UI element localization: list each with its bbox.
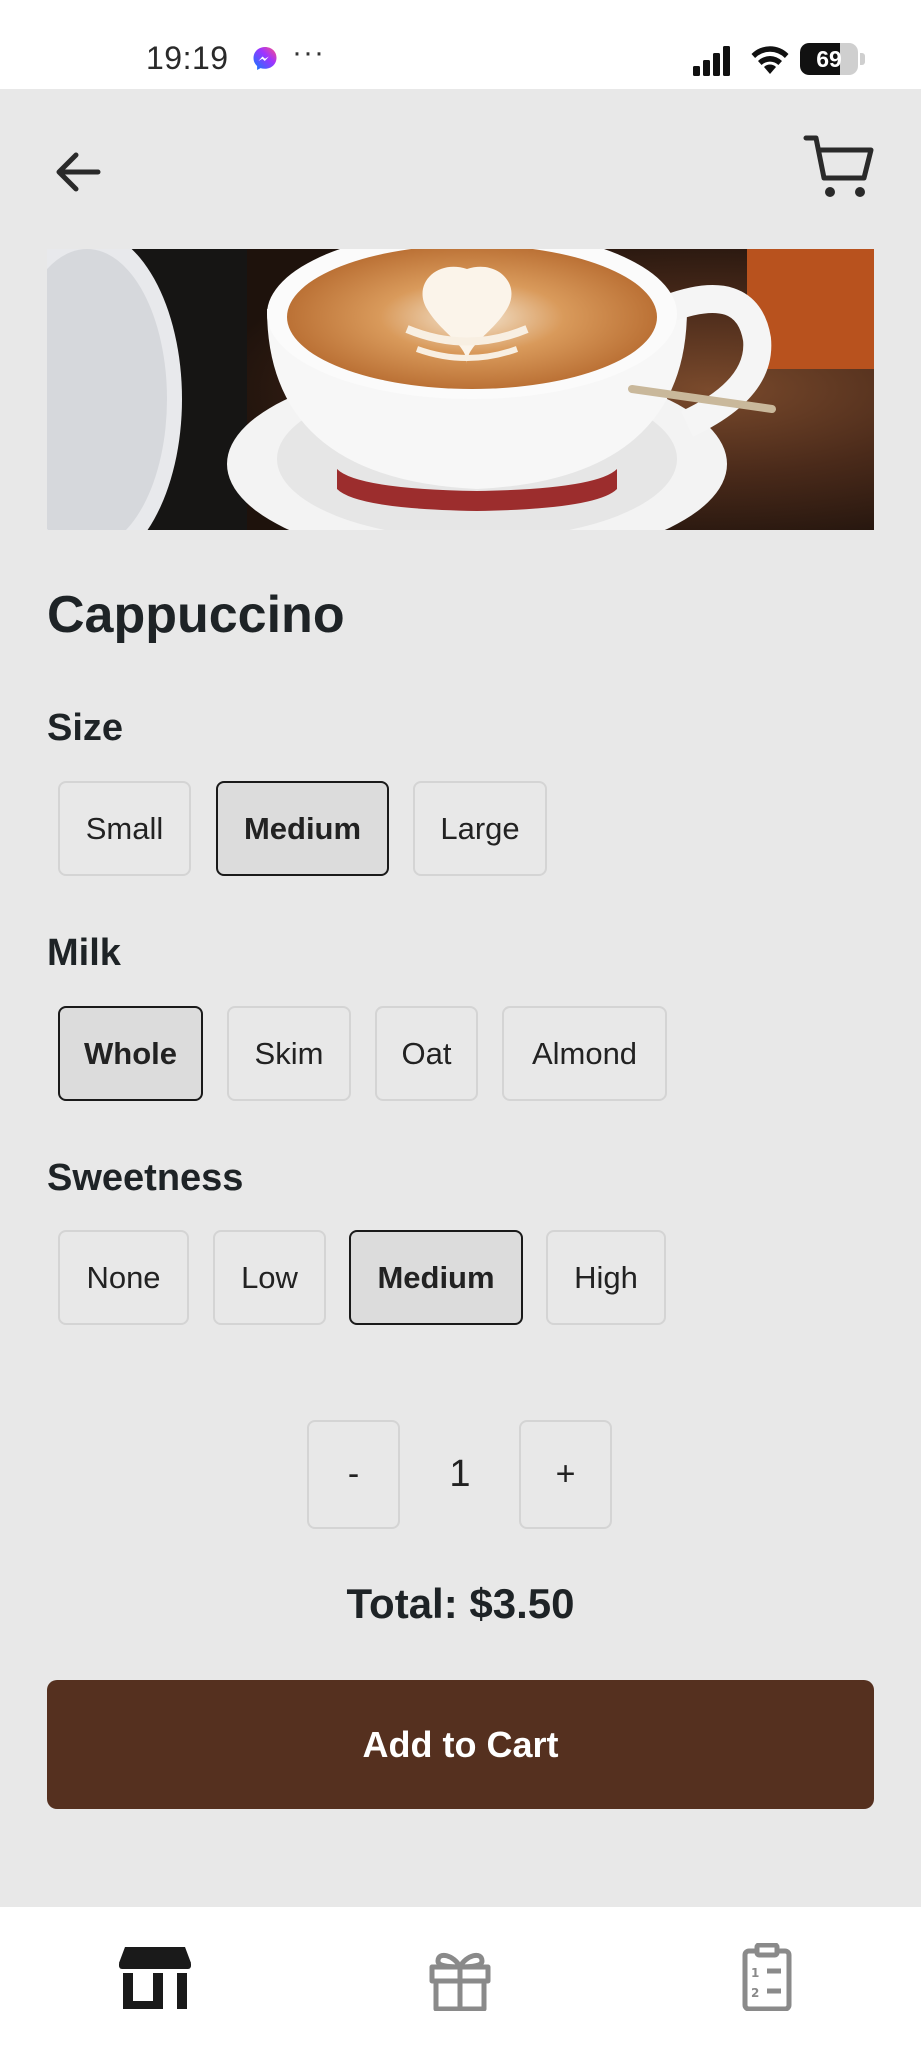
status-more-dots: ··· xyxy=(292,36,325,69)
quantity-value: 1 xyxy=(449,1453,471,1495)
arrow-left-icon[interactable] xyxy=(48,140,112,204)
store-icon[interactable] xyxy=(115,1943,195,2011)
status-time: 19:19 xyxy=(146,40,229,76)
sweetness-option-medium[interactable]: Medium xyxy=(349,1230,523,1325)
milk-option-whole[interactable]: Whole xyxy=(58,1006,203,1101)
product-title: Cappuccino xyxy=(47,586,345,644)
cappuccino-photo xyxy=(47,249,874,530)
milk-option-oat[interactable]: Oat xyxy=(375,1006,478,1101)
status-bar: 19:19 ··· 69 xyxy=(0,0,921,89)
wifi-icon xyxy=(751,46,789,74)
size-option-large[interactable]: Large xyxy=(413,781,547,876)
quantity-decrement-button[interactable]: - xyxy=(307,1420,400,1529)
svg-text:2: 2 xyxy=(751,1986,759,2000)
bottom-nav: 1 2 xyxy=(0,1907,921,2048)
size-option-small[interactable]: Small xyxy=(58,781,191,876)
size-label: Size xyxy=(47,707,124,749)
battery-icon: 69 xyxy=(800,43,866,75)
shopping-cart-icon[interactable] xyxy=(802,130,878,206)
product-image xyxy=(47,249,874,530)
signal-icon xyxy=(693,46,730,76)
sweetness-label: Sweetness xyxy=(47,1157,244,1199)
size-option-medium[interactable]: Medium xyxy=(216,781,389,876)
order-list-icon[interactable]: 1 2 xyxy=(727,1943,807,2011)
sweetness-option-high[interactable]: High xyxy=(546,1230,666,1325)
gift-icon[interactable] xyxy=(420,1943,500,2011)
svg-text:1: 1 xyxy=(751,1966,759,1980)
battery-level: 69 xyxy=(816,46,842,72)
sweetness-option-low[interactable]: Low xyxy=(213,1230,326,1325)
milk-label: Milk xyxy=(47,932,121,974)
messenger-icon xyxy=(253,47,277,70)
milk-option-skim[interactable]: Skim xyxy=(227,1006,351,1101)
milk-option-almond[interactable]: Almond xyxy=(502,1006,667,1101)
sweetness-option-none[interactable]: None xyxy=(58,1230,189,1325)
total-price: Total: $3.50 xyxy=(346,1580,575,1627)
quantity-increment-button[interactable]: + xyxy=(519,1420,612,1529)
add-to-cart-button[interactable]: Add to Cart xyxy=(47,1680,874,1809)
